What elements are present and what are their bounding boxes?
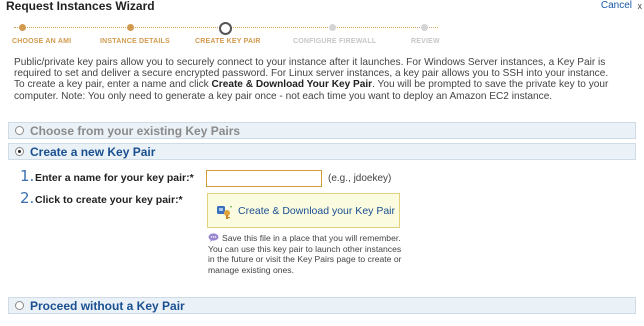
step-label-review: REVIEW [411, 38, 440, 45]
step-dot-instance-details [127, 24, 134, 31]
step-number-1: 1. [20, 167, 35, 185]
step-dot-create-key-pair [219, 22, 232, 35]
keyname-hint: (e.g., jdoekey) [328, 173, 392, 184]
radio-no-key-pair[interactable] [15, 301, 24, 310]
option-no-key-pair[interactable]: Proceed without a Key Pair [8, 297, 636, 314]
step-label-choose-ami[interactable]: CHOOSE AN AMI [12, 38, 71, 45]
step-number-2: 2. [20, 189, 35, 207]
intro-paragraph-2-bold: Create & Download Your Key Pair [211, 79, 373, 91]
save-file-note: Save this file in a place that you will … [208, 233, 404, 275]
step-label-configure-firewall: CONFIGURE FIREWALL [293, 38, 377, 45]
option-create-label[interactable]: Create a new Key Pair [30, 145, 155, 159]
step-dot-configure-firewall [329, 24, 336, 31]
radio-existing-key-pairs[interactable] [15, 126, 24, 135]
create-download-button-label[interactable]: Create & Download your Key Pair [238, 205, 395, 217]
option-create-key-pair[interactable]: Create a new Key Pair [8, 143, 636, 160]
intro-paragraph-1: Public/private key pairs allow you to se… [14, 57, 609, 80]
create-key-label: Click to create your key pair:* [35, 194, 183, 206]
create-download-key-pair-button[interactable]: Create & Download your Key Pair [207, 193, 400, 228]
option-existing-label[interactable]: Choose from your existing Key Pairs [30, 124, 240, 138]
step-label-instance-details[interactable]: INSTANCE DETAILS [100, 38, 170, 45]
keys-icon [217, 206, 232, 219]
info-bubble-icon [208, 233, 219, 242]
close-icon[interactable]: x [638, 1, 643, 11]
radio-create-key-pair[interactable] [15, 147, 24, 156]
step-dot-choose-ami [19, 24, 26, 31]
wizard-titlebar: Request Instances Wizard Cancel x [0, 0, 644, 14]
wizard-title: Request Instances Wizard [6, 0, 155, 13]
cancel-link[interactable]: Cancel [601, 0, 632, 11]
step-dot-review [421, 24, 428, 31]
option-existing-key-pairs[interactable]: Choose from your existing Key Pairs [8, 122, 636, 139]
intro-paragraph-2-start: To create a key pair, enter a name and c… [14, 79, 212, 91]
step-label-create-key-pair: CREATE KEY PAIR [195, 38, 261, 45]
option-no-key-pair-label[interactable]: Proceed without a Key Pair [30, 299, 185, 313]
keyname-input[interactable] [206, 170, 322, 187]
keyname-label: Enter a name for your key pair:* [35, 172, 194, 184]
intro-text: Public/private key pairs allow you to se… [14, 57, 634, 102]
save-note-text: Save this file in a place that you will … [208, 233, 402, 275]
